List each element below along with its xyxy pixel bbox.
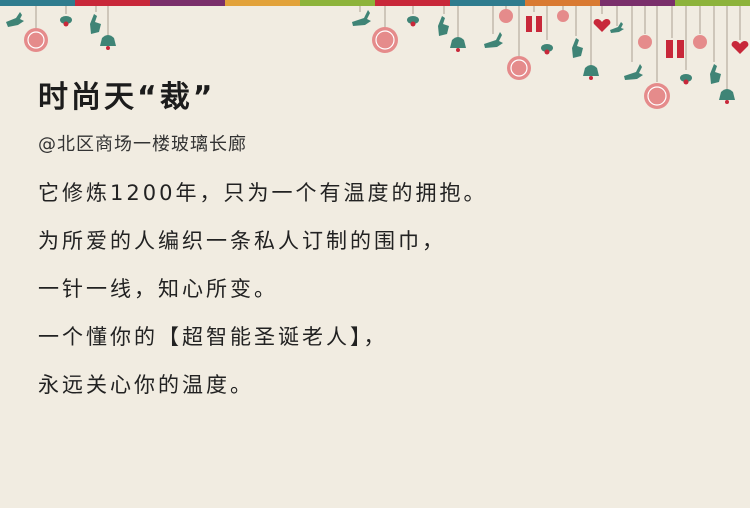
description-line: 它修炼1200年，只为一个有温度的拥抱。 bbox=[38, 181, 488, 205]
description-line: 一针一线，知心所变。 bbox=[38, 277, 278, 301]
page-title: 时尚天“裁” bbox=[38, 80, 216, 115]
location-subtitle: @北区商场一楼玻璃长廊 bbox=[38, 134, 247, 155]
description-line: 永远关心你的温度。 bbox=[38, 373, 254, 397]
description-body: 它修炼1200年，只为一个有温度的拥抱。 为所爱的人编织一条私人订制的围巾， 一… bbox=[38, 178, 718, 418]
description-line: 为所爱的人编织一条私人订制的围巾， bbox=[38, 229, 446, 253]
description-line: 一个懂你的【超智能圣诞老人】， bbox=[38, 325, 388, 349]
